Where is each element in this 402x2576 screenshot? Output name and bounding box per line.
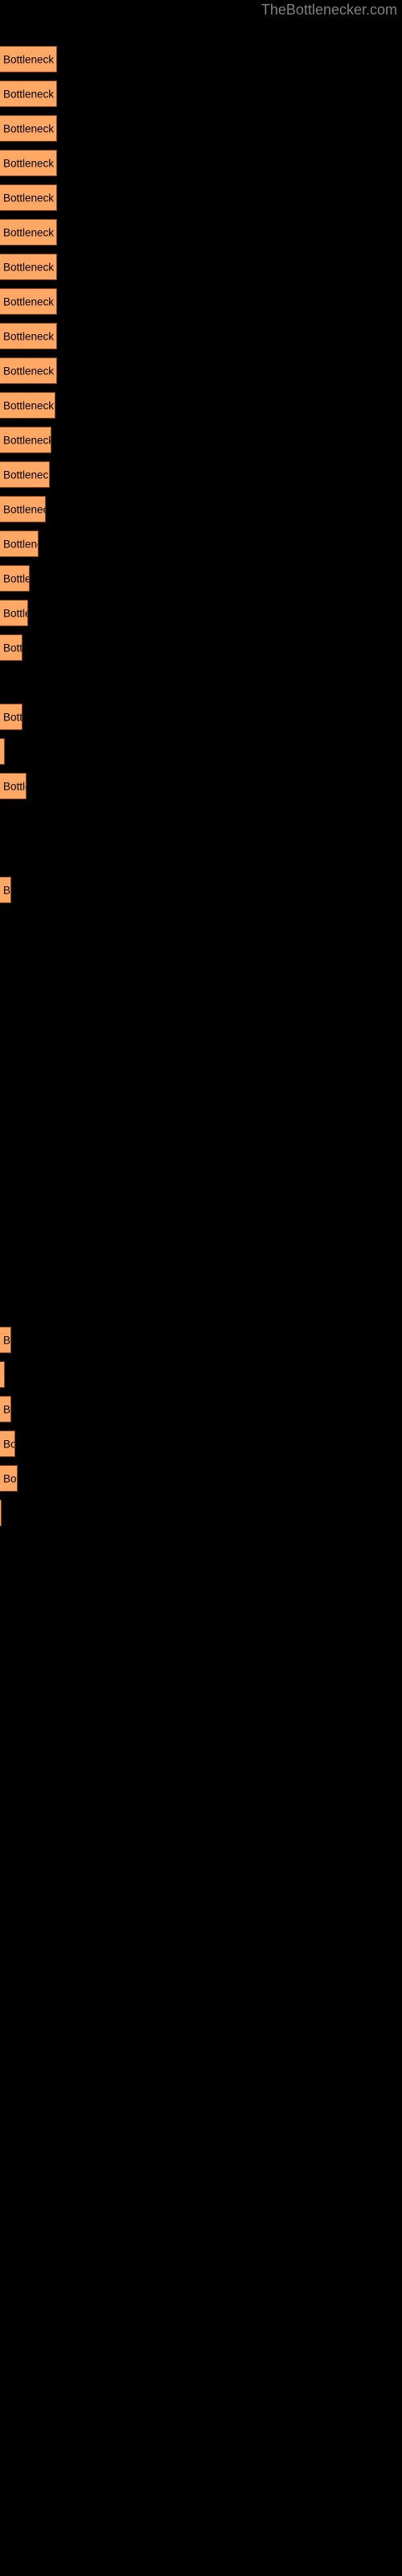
bar[interactable]: Bottleneck result [0,600,28,626]
bar-label: Bottleneck result [3,122,56,134]
bar[interactable]: Bottleneck result [0,1361,5,1388]
bar[interactable]: Bottleneck result [0,357,57,384]
bar[interactable]: Bottleneck result [0,1327,11,1353]
bar[interactable]: Bottleneck result [0,427,51,453]
chart-plot-area: Bottleneck result Bottleneck result Bottle… [0,0,402,2576]
bar[interactable]: Bottleneck result [0,704,23,730]
bar[interactable]: Bottleneck result [0,392,55,419]
bar[interactable]: Bottleneck result [0,288,57,315]
bar-label: Bottleneck result [3,226,56,238]
bar-label: Bottleneck result [3,884,11,896]
bar-label: Bottleneck result [3,745,4,758]
bar-label: Bottleneck result [3,53,56,65]
bar-label: Bottleneck result [3,295,56,308]
bar-label: Bottleneck result [3,365,56,377]
bar-label: Bottleneck result [3,572,29,584]
bar[interactable]: Bottleneck result [0,877,11,903]
bar[interactable]: Bottleneck result [0,219,57,246]
bar-label: Bottleneck result [3,469,50,481]
bar-label: Bottleneck result [3,330,56,342]
bar[interactable]: Bottleneck result [0,1500,2,1526]
bar-label: Bottleneck result [3,780,26,792]
bar-label: Bottleneck result [3,1472,17,1484]
bottleneck-bar-chart: TheBottlenecker.com Bottleneck resultBot… [0,0,402,2576]
bar[interactable]: Bottleneck result [0,115,57,142]
bar[interactable]: Bottleneck result [0,530,39,557]
bar-label: Bottleneck result [3,434,51,446]
bar-label: Bottleneck result [3,607,27,619]
bar[interactable]: Bottleneck result [0,634,23,661]
bar-label: Bottleneck result [3,399,55,411]
bar[interactable]: Bottleneck result [0,1396,11,1422]
bar-label: Bottleneck result [3,157,56,169]
bar[interactable]: Bottleneck result [0,254,57,280]
bar[interactable]: Bottleneck result [0,150,57,176]
bar[interactable]: Bottleneck result [0,773,27,799]
bar-label: Bottleneck result [3,261,56,273]
bar-label: Bottleneck result [3,642,23,654]
bar[interactable]: Bottleneck result [0,184,57,211]
bar[interactable]: Bottleneck result [0,46,57,72]
bar-label: Bottleneck result [3,192,56,204]
bar-label: Bottleneck result [3,538,38,550]
bar-label: Bottleneck result [3,503,45,515]
bar-label: Bottleneck result [3,711,23,723]
bar-label: Bottleneck result [3,1438,15,1450]
bar[interactable]: Bottleneck result [0,1430,15,1457]
bar-label: Bottleneck result [3,1403,11,1415]
bar[interactable]: Bottleneck result [0,80,57,107]
bar[interactable]: Bottleneck result [0,738,5,765]
bar-label: Bottleneck result [3,1368,4,1381]
bar[interactable]: Bottleneck result [0,323,57,349]
bar[interactable]: Bottleneck result [0,565,30,592]
bar-label: Bottleneck result [3,88,56,100]
bar[interactable]: Bottleneck result [0,1465,18,1492]
bar[interactable]: Bottleneck result [0,496,46,522]
bar[interactable]: Bottleneck result [0,461,50,488]
bar-label: Bottleneck result [3,1334,11,1346]
